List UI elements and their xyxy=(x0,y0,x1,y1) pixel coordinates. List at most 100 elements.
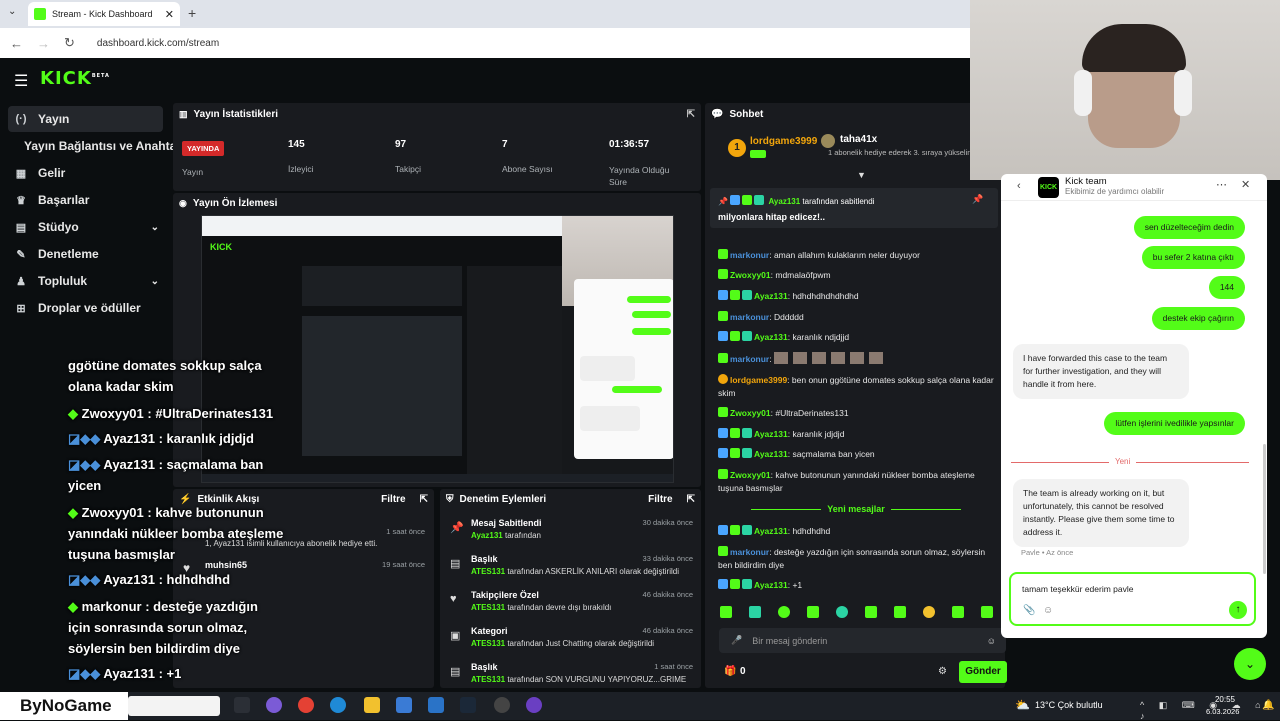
stream-preview[interactable]: KICK xyxy=(201,215,674,483)
forward-icon[interactable]: → xyxy=(37,36,50,51)
emote-icon[interactable] xyxy=(865,606,877,618)
tab-list-icon[interactable]: ⌄ xyxy=(8,6,16,17)
close-icon[interactable]: ✕ xyxy=(1241,178,1250,191)
community-icon: ♟ xyxy=(16,275,26,288)
badge-icon xyxy=(718,525,728,535)
support-chat-widget: ‹ KICK Kick team Ekibimiz de yardımcı ol… xyxy=(1001,174,1267,638)
chat-message: Ayaz131: hdhdhdhd xyxy=(718,525,1000,538)
emote-bar xyxy=(720,606,995,620)
overlay-chat-line: ggötüne domates sokkup salça xyxy=(68,358,262,373)
chrome-icon[interactable] xyxy=(298,697,314,713)
emoji-icon[interactable]: ☺ xyxy=(987,636,996,646)
badge-icon xyxy=(742,428,752,438)
popout-icon[interactable]: ⇱ xyxy=(420,494,428,505)
send-icon[interactable]: ↑ xyxy=(1229,601,1247,619)
chat-input[interactable]: 🎤 Bir mesaj gönderin ☺ xyxy=(719,628,1006,653)
back-icon[interactable]: ‹ xyxy=(1017,180,1021,192)
modlog-item: 33 dakika önce Başlık ATES131 tarafından A… xyxy=(471,554,693,576)
heart-icon: ♥ xyxy=(450,593,457,605)
new-tab-button[interactable]: + xyxy=(188,5,196,21)
emote-icon[interactable] xyxy=(952,606,964,618)
browser-tab[interactable]: Stream - Kick Dashboard ✕ xyxy=(28,2,180,26)
taskview-icon[interactable] xyxy=(234,697,250,713)
emote-icon[interactable] xyxy=(923,606,935,618)
kick-logo[interactable]: KICKBETA xyxy=(40,68,110,89)
activity-filter-button[interactable]: Filtre xyxy=(381,494,405,505)
top-gifter-2[interactable]: taha41x xyxy=(840,134,877,145)
badge-icon xyxy=(718,469,728,479)
notification-icon[interactable]: 🔔 xyxy=(1262,700,1274,711)
url-field[interactable]: dashboard.kick.com/stream xyxy=(97,38,219,49)
edge-icon[interactable] xyxy=(330,697,346,713)
popout-icon[interactable]: ⇱ xyxy=(687,109,695,120)
badge-icon xyxy=(718,579,728,589)
sidebar-item[interactable]: ▦ Gelir xyxy=(8,160,163,186)
sidebar-item[interactable]: ✎ Denetleme xyxy=(8,241,163,267)
chat-message: Ayaz131: hdhdhdhdhdhdhd xyxy=(718,290,1000,303)
mic-icon[interactable]: 🎤 xyxy=(731,635,742,646)
camera-icon: ◉ xyxy=(179,198,187,208)
sidebar-item[interactable]: ▤ Stüdyo ⌄ xyxy=(8,214,163,240)
emote-icon[interactable] xyxy=(807,606,819,618)
modlog-filter-button[interactable]: Filtre xyxy=(648,494,672,505)
chat-message: Ayaz131: +1 xyxy=(718,579,1000,592)
chat-message: Zwoxyy01: mdmalaöfpwm xyxy=(718,269,1000,282)
overlay-chat-line: tuşuna basmışlar xyxy=(68,547,175,562)
support-message-input[interactable]: tamam teşekkür ederim pavle 📎 ☺ ↑ xyxy=(1009,572,1256,626)
close-tab-icon[interactable]: ✕ xyxy=(165,8,174,21)
send-button[interactable]: Gönder xyxy=(959,661,1007,683)
emote-icon[interactable] xyxy=(836,606,848,618)
taskbar-search[interactable] xyxy=(128,696,220,716)
webcam-feed xyxy=(970,0,1280,180)
obs-icon[interactable] xyxy=(494,697,510,713)
back-icon[interactable]: ← xyxy=(10,36,23,51)
emote-icon[interactable] xyxy=(720,606,732,618)
modlog-item: 46 dakika önce Takipçilere Özel ATES131 ta… xyxy=(471,590,693,612)
badge-icon xyxy=(730,428,740,438)
emote-icon[interactable] xyxy=(981,606,993,618)
app-icon[interactable] xyxy=(526,697,542,713)
chevron-down-icon: ⌄ xyxy=(150,221,159,233)
steam-icon[interactable] xyxy=(460,697,476,713)
sidebar-item[interactable]: Yayın Bağlantısı ve Anahtarı xyxy=(8,133,184,159)
emoji-icon[interactable]: ☺ xyxy=(1043,605,1053,616)
emote-icon[interactable] xyxy=(778,606,790,618)
kick-favicon-icon xyxy=(34,8,46,20)
explorer-icon[interactable] xyxy=(364,697,380,713)
store-icon[interactable] xyxy=(396,697,412,713)
menu-icon[interactable]: ☰ xyxy=(14,71,28,91)
user-message: bu sefer 2 katına çıktı xyxy=(1141,246,1245,269)
sidebar-item-label: Gelir xyxy=(38,166,66,180)
sidebar-item[interactable]: (·) Yayın xyxy=(8,106,163,132)
emote-icon[interactable] xyxy=(894,606,906,618)
unpin-icon[interactable]: 📌 xyxy=(972,194,983,205)
attach-icon[interactable]: 📎 xyxy=(1023,605,1035,616)
mail-icon[interactable] xyxy=(428,697,444,713)
pinned-message: 📌 Ayaz131 tarafından sabitlendi milyonla… xyxy=(710,188,998,228)
emote-icon[interactable] xyxy=(749,606,761,618)
diamond-icon: ◆ xyxy=(68,599,78,614)
points-icon[interactable]: 🎁 xyxy=(724,666,736,677)
user-message: lütfen işlerini ivedilikle yapsınlar xyxy=(1104,412,1245,435)
support-launcher-button[interactable]: ⌄ xyxy=(1234,648,1266,680)
top-gifter-1[interactable]: lordgame3999 xyxy=(750,136,817,147)
stat-followers: 97 Takipçi xyxy=(395,139,421,174)
popout-icon[interactable]: ⇱ xyxy=(687,494,695,505)
badge-icon xyxy=(730,448,740,458)
reload-icon[interactable]: ↻ xyxy=(64,35,75,51)
chat-message: markonur: desteğe yazdığın için sonrasın… xyxy=(718,546,986,570)
scrollbar[interactable] xyxy=(1263,444,1266,574)
collapse-icon[interactable]: ▼ xyxy=(857,170,866,180)
settings-icon[interactable]: ⚙ xyxy=(938,666,947,677)
support-subtitle: Ekibimiz de yardımcı olabilir xyxy=(1065,187,1165,196)
sidebar-item-label: Yayın Bağlantısı ve Anahtarı xyxy=(24,139,185,153)
copilot-icon[interactable] xyxy=(266,697,282,713)
title-icon: ▤ xyxy=(450,666,461,678)
sidebar-item[interactable]: ⊞ Droplar ve ödüller xyxy=(8,295,163,321)
shield-icon: ⛨ xyxy=(446,494,454,505)
sidebar-item[interactable]: ♟ Topluluk ⌄ xyxy=(8,268,163,294)
wrench-icon: ✎ xyxy=(16,248,26,261)
more-icon[interactable]: ⋯ xyxy=(1216,178,1227,191)
sidebar-item[interactable]: ♛ Başarılar xyxy=(8,187,163,213)
overlay-chat-line: ◪◆◆ Ayaz131 : +1 xyxy=(68,666,182,681)
